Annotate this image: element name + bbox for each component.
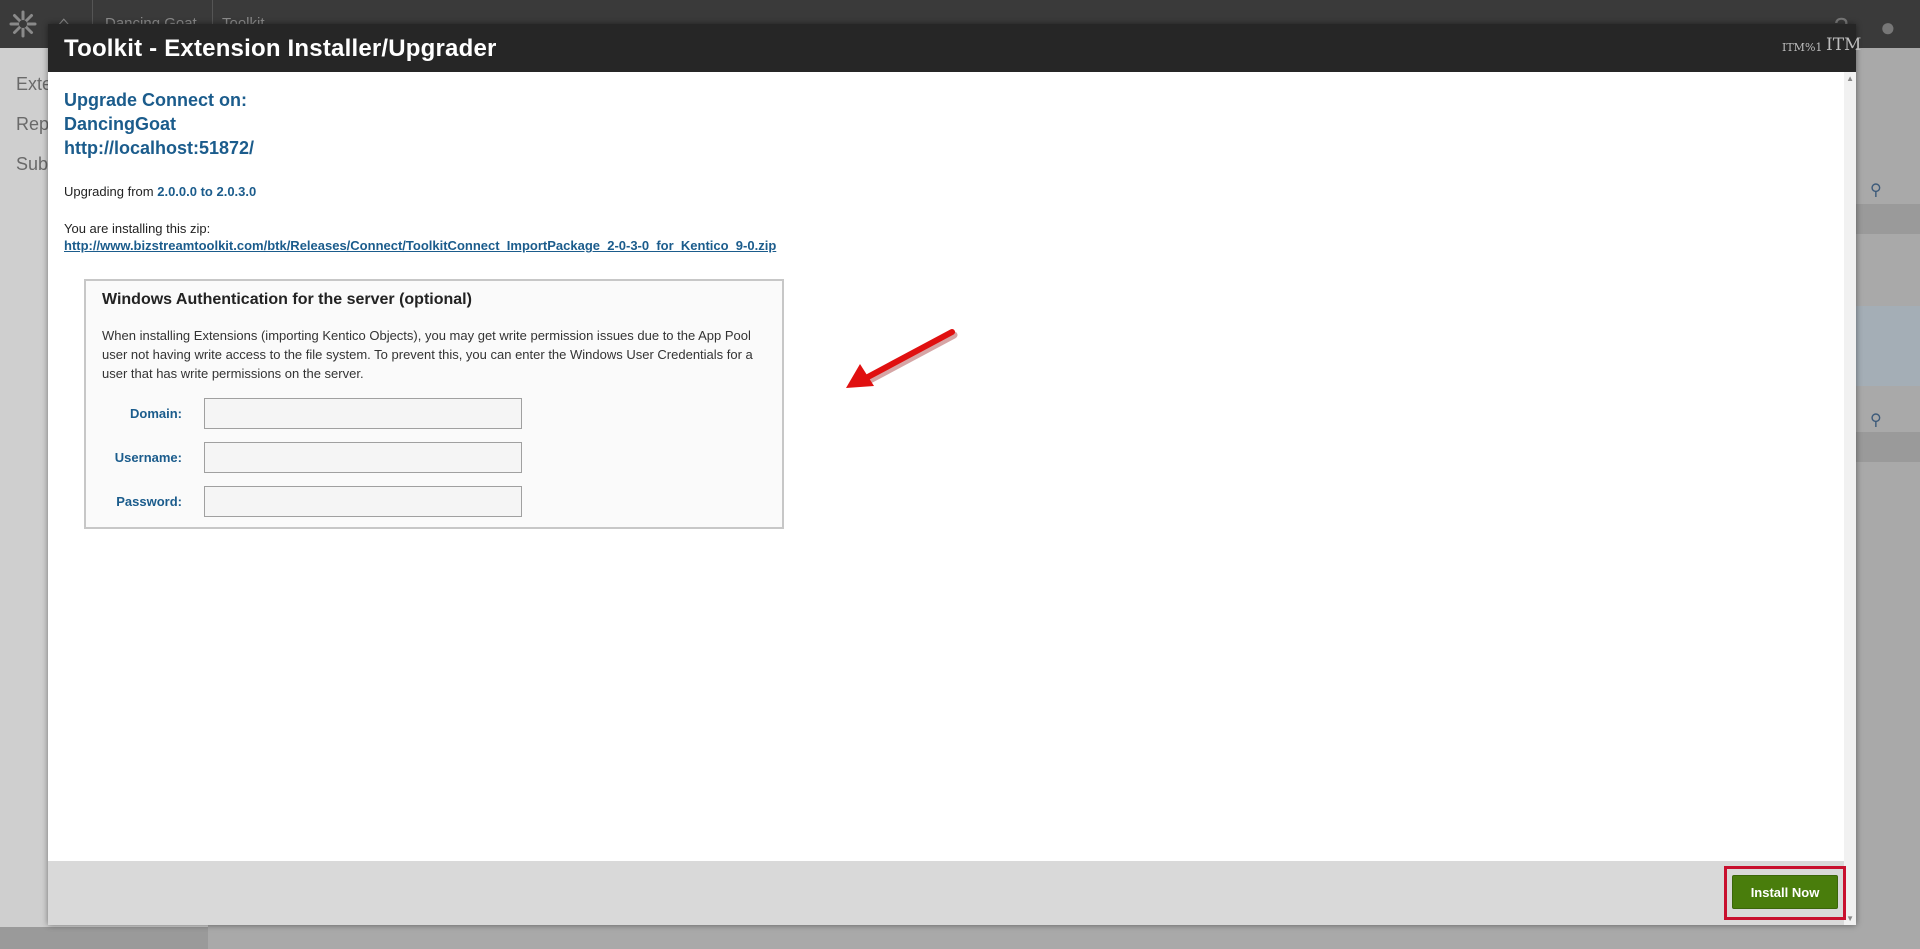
scroll-up-icon[interactable]: ▲ [1846, 74, 1854, 83]
site-url: http://localhost:51872/ [64, 138, 255, 158]
zip-label: You are installing this zip: [64, 221, 211, 236]
upgrade-versions: 2.0.0.0 to 2.0.3.0 [157, 184, 257, 199]
upgrade-heading: Upgrade Connect on: [64, 90, 247, 110]
left-menu-item[interactable]: Exte [16, 74, 52, 95]
username-row: Username: [86, 442, 786, 476]
close-icon[interactable]: ITM [1826, 35, 1861, 55]
auth-panel-description: When installing Extensions (importing Ke… [102, 328, 753, 381]
bg-strip [1856, 306, 1920, 386]
red-arrow-annotation [846, 329, 958, 388]
upgrade-info: Upgrading from 2.0.0.0 to 2.0.3.0 [64, 184, 1824, 199]
password-row: Password: [86, 486, 786, 520]
domain-label: Domain: [130, 406, 182, 421]
site-name: DancingGoat [64, 114, 177, 134]
modal-scrollbar[interactable] [1844, 72, 1856, 925]
auth-panel-title: Windows Authentication for the server (o… [102, 291, 472, 308]
scroll-down-icon[interactable]: ▼ [1846, 914, 1854, 923]
bg-strip [1856, 432, 1920, 462]
modal-header: Toolkit - Extension Installer/Upgrader I… [48, 24, 1861, 72]
search-icon: ⚲ [1870, 412, 1882, 429]
domain-input[interactable] [204, 398, 522, 429]
installer-modal: Toolkit - Extension Installer/Upgrader I… [48, 24, 1861, 925]
kentico-logo-icon[interactable] [8, 9, 38, 39]
username-input[interactable] [204, 442, 522, 473]
modal-footer: Install Now [48, 861, 1846, 925]
modal-title: Toolkit - Extension Installer/Upgrader [64, 35, 497, 62]
zip-url-link[interactable]: http://www.bizstreamtoolkit.com/btk/Rele… [64, 238, 776, 253]
password-input[interactable] [204, 486, 522, 517]
username-label: Username: [114, 450, 182, 465]
password-label: Password: [116, 494, 182, 509]
maximize-icon[interactable]: ITM%1 [1782, 41, 1822, 54]
bg-strip [1856, 204, 1920, 234]
user-icon[interactable]: ● [1880, 12, 1896, 43]
search-icon: ⚲ [1870, 182, 1882, 199]
app-left-footer [0, 927, 208, 949]
modal-content: Upgrade Connect on: DancingGoat http://l… [64, 88, 1824, 255]
upgrade-prefix: Upgrading from [64, 184, 154, 199]
windows-auth-panel: Windows Authentication for the server (o… [84, 279, 784, 529]
domain-row: Domain: [86, 398, 786, 432]
install-now-button[interactable]: Install Now [1732, 875, 1838, 909]
